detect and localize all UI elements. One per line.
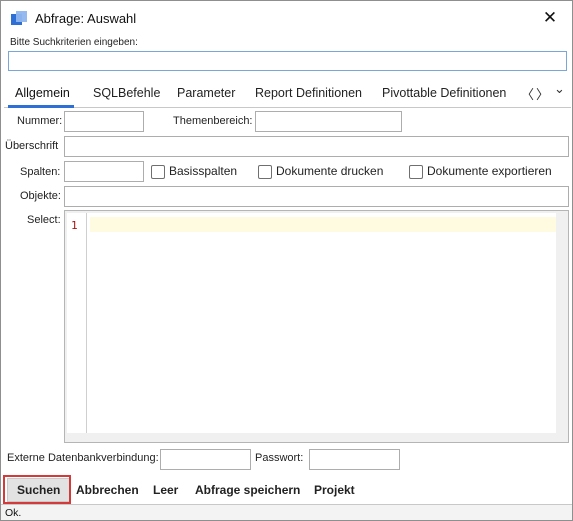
title-bar: Abfrage: Auswahl ✕ bbox=[1, 1, 572, 35]
tab-report-definitionen[interactable]: Report Definitionen bbox=[255, 86, 362, 100]
status-bar: Ok. bbox=[1, 504, 572, 520]
tab-parameter[interactable]: Parameter bbox=[177, 86, 235, 100]
external-db-label: Externe Datenbankverbindung: bbox=[7, 452, 159, 464]
themenbereich-label: Themenbereich: bbox=[173, 115, 253, 127]
external-db-field[interactable] bbox=[160, 449, 251, 470]
nummer-label: Nummer: bbox=[17, 115, 63, 127]
line-number: 1 bbox=[71, 219, 78, 232]
spalten-field[interactable] bbox=[64, 161, 144, 182]
close-icon[interactable]: ✕ bbox=[540, 8, 560, 28]
tab-bar: Allgemein SQLBefehle Parameter Report De… bbox=[4, 81, 571, 108]
editor-text-area[interactable] bbox=[87, 213, 556, 433]
dokumente-drucken-box[interactable] bbox=[258, 165, 272, 179]
basisspalten-box[interactable] bbox=[151, 165, 165, 179]
sql-select-editor[interactable]: 1 bbox=[64, 210, 569, 443]
dokumente-exportieren-label: Dokumente exportieren bbox=[427, 164, 552, 178]
basisspalten-label: Basisspalten bbox=[169, 164, 238, 178]
select-label: Select: bbox=[27, 214, 61, 226]
editor-gutter: 1 bbox=[67, 213, 87, 433]
abfrage-dialog: Abfrage: Auswahl ✕ Bitte Suchkriterien e… bbox=[0, 0, 573, 521]
suchen-highlight-frame bbox=[3, 475, 71, 504]
button-bar: Suchen Abbrechen Leer Abfrage speichern … bbox=[1, 476, 572, 504]
objekte-field[interactable] bbox=[64, 186, 569, 207]
tab-pivottable-definitionen[interactable]: Pivottable Definitionen bbox=[382, 86, 506, 100]
projekt-button[interactable]: Projekt bbox=[314, 478, 355, 502]
search-criteria-label: Bitte Suchkriterien eingeben: bbox=[10, 37, 138, 48]
tab-allgemein[interactable]: Allgemein bbox=[15, 86, 70, 100]
dokumente-exportieren-box[interactable] bbox=[409, 165, 423, 179]
abfrage-speichern-button[interactable]: Abfrage speichern bbox=[195, 478, 300, 502]
password-field[interactable] bbox=[309, 449, 400, 470]
spalten-label: Spalten: bbox=[20, 166, 61, 178]
leer-button[interactable]: Leer bbox=[153, 478, 178, 502]
tab-sqlbefehle[interactable]: SQLBefehle bbox=[93, 86, 160, 100]
themenbereich-field[interactable] bbox=[255, 111, 402, 132]
search-criteria-input[interactable] bbox=[8, 51, 567, 71]
abbrechen-button[interactable]: Abbrechen bbox=[76, 478, 139, 502]
chevron-left-icon[interactable]: 〈 bbox=[521, 84, 534, 103]
chevron-right-icon[interactable]: 〉 bbox=[536, 84, 549, 103]
ueberschrift-label: Überschrift bbox=[5, 140, 59, 152]
active-tab-indicator bbox=[8, 105, 74, 108]
current-line-highlight bbox=[90, 217, 556, 232]
chevron-down-icon[interactable]: ⌄ bbox=[554, 81, 565, 97]
password-label: Passwort: bbox=[255, 452, 304, 464]
window-title: Abfrage: Auswahl bbox=[35, 11, 137, 26]
objekte-label: Objekte: bbox=[20, 190, 61, 202]
nummer-field[interactable] bbox=[64, 111, 144, 132]
ueberschrift-field[interactable] bbox=[64, 136, 569, 157]
app-window-icon bbox=[11, 11, 28, 25]
dokumente-drucken-label: Dokumente drucken bbox=[276, 164, 384, 178]
